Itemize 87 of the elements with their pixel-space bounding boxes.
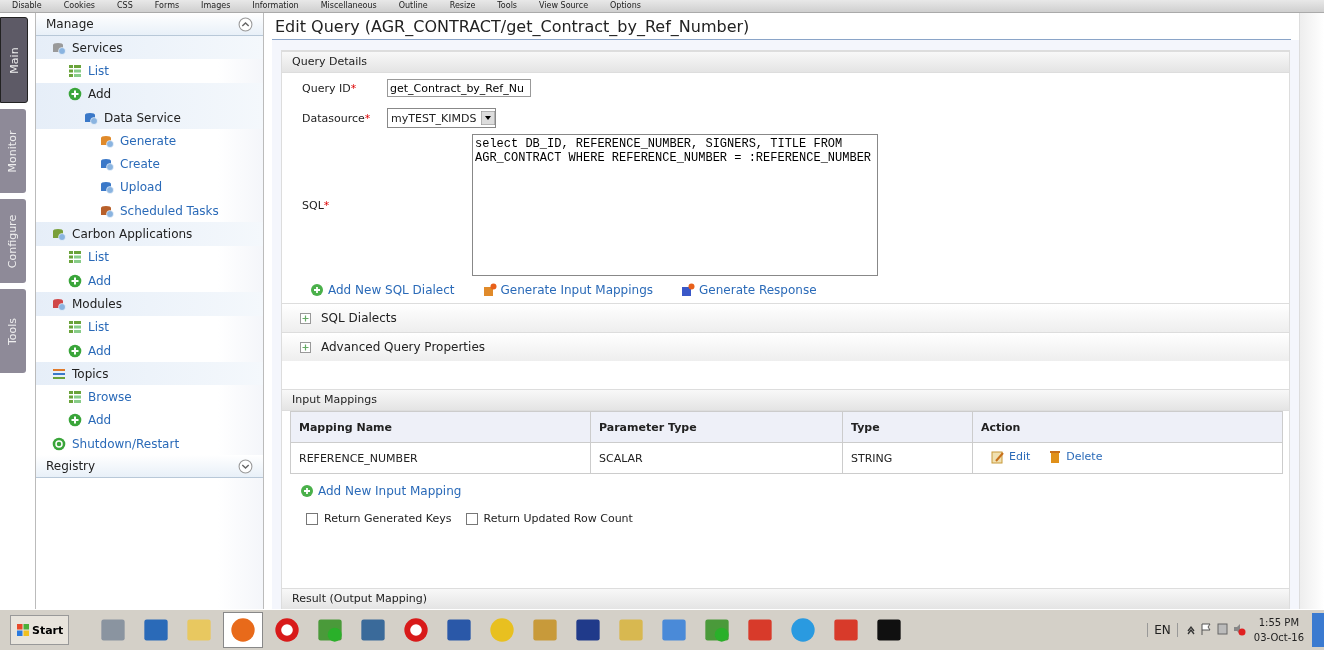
section-title: Registry <box>46 459 96 474</box>
sql-textarea[interactable]: select DB_ID, REFERENCE_NUMBER, SIGNERS, TITLE FROM AGR_CONTRACT WHERE REFERENCE_NUMBER = :REFERENCE_NUMBER <box>472 134 878 276</box>
checkbox-option[interactable]: Return Generated Keys <box>306 512 452 525</box>
panel-header: Input Mappings <box>282 389 1289 411</box>
toolbar-button[interactable]: CSS <box>117 1 133 11</box>
clock-time: 1:55 PM <box>1258 616 1300 630</box>
menu-icon <box>100 203 114 218</box>
column-header: Parameter Type <box>590 411 843 443</box>
side-tab[interactable]: Main <box>0 17 28 103</box>
add-mapping-link[interactable]: Add New Input Mapping <box>290 474 1289 498</box>
row-action-link[interactable]: Delete <box>1048 449 1103 464</box>
menu-icon <box>100 180 114 195</box>
menu-icon <box>68 63 82 78</box>
expand-icon[interactable] <box>300 341 311 353</box>
toolbar-button[interactable]: Outline <box>398 1 428 11</box>
table-cell: SCALAR <box>590 442 843 474</box>
sidebar-item[interactable]: Shutdown/Restart <box>36 432 263 456</box>
sidebar-item[interactable]: List <box>36 315 263 339</box>
section-header[interactable]: Manage <box>36 13 263 36</box>
sidebar-item[interactable]: Add <box>36 268 263 293</box>
sidebar-item[interactable]: List <box>36 245 263 269</box>
collapsible-section[interactable]: SQL Dialects <box>282 303 1289 332</box>
toolbar-button[interactable]: Tools <box>497 1 518 11</box>
toolbar-button[interactable]: Forms <box>154 1 180 11</box>
toolbar-button[interactable]: Cookies <box>63 1 95 11</box>
sidebar-item[interactable]: Create <box>36 152 263 176</box>
menu-icon <box>68 87 82 102</box>
section-header[interactable]: Registry <box>36 455 263 479</box>
table-cell: STRING <box>842 442 973 474</box>
menu-icon <box>68 320 82 335</box>
menu-icon <box>52 296 66 311</box>
table-cell: REFERENCE_NUMBER <box>290 442 591 474</box>
menu-icon <box>68 273 82 288</box>
clock-date: 03-Oct-16 <box>1253 631 1304 645</box>
menu-icon <box>84 110 98 125</box>
sidebar-item[interactable]: Generate <box>36 129 263 153</box>
column-header: Action <box>972 411 1283 443</box>
menu-icon <box>52 227 66 241</box>
sidebar-item[interactable]: Add <box>36 338 263 363</box>
column-header: Mapping Name <box>290 411 591 443</box>
sidebar-item[interactable]: List <box>36 59 263 83</box>
dropdown-arrow-icon[interactable] <box>480 111 495 125</box>
field-label: Query ID* <box>302 81 358 95</box>
toolbar-button[interactable]: Resize <box>449 1 476 11</box>
collapsible-section[interactable]: Advanced Query Properties <box>282 332 1289 361</box>
pencil-icon <box>991 449 1005 464</box>
menu-icon <box>100 133 114 148</box>
section-title: Manage <box>46 17 94 31</box>
toolbar-button[interactable]: Images <box>201 1 231 11</box>
menu-icon <box>68 413 82 428</box>
windows-logo-icon <box>16 623 30 637</box>
expand-icon[interactable] <box>300 312 311 324</box>
field-label: Datasource* <box>302 111 372 125</box>
trash-icon <box>1048 449 1063 464</box>
action-link[interactable]: Add New SQL Dialect <box>310 283 455 297</box>
sidebar-item[interactable]: Browse <box>36 385 263 409</box>
menu-icon <box>52 366 66 381</box>
datasource-dropdown[interactable]: myTEST_KIMDS <box>387 108 496 128</box>
action-link[interactable]: Generate Input Mappings <box>482 283 654 297</box>
sidebar-item[interactable]: Add <box>36 408 263 433</box>
row-action-link[interactable]: Edit <box>991 449 1031 464</box>
toolbar-button[interactable]: Information <box>252 1 299 11</box>
language-indicator[interactable]: EN <box>1147 623 1178 637</box>
field-label: SQL* <box>302 198 331 212</box>
menu-icon <box>68 250 82 265</box>
toolbar-button[interactable]: View Source <box>539 1 589 11</box>
toolbar-button[interactable]: Options <box>610 1 641 11</box>
panel-header: Result (Output Mapping) <box>282 588 1289 610</box>
sidebar-item[interactable]: Scheduled Tasks <box>36 199 263 223</box>
toolbar-button[interactable]: Miscellaneous <box>320 1 377 11</box>
plus-circle-icon <box>310 283 324 297</box>
chevron-icon[interactable] <box>238 16 253 32</box>
menu-icon <box>100 157 114 172</box>
column-header: Type <box>842 411 973 443</box>
start-button[interactable]: Start <box>10 615 70 645</box>
menu-icon <box>68 390 82 405</box>
query-id-field[interactable]: get_Contract_by_Ref_Nu <box>387 79 531 97</box>
chevron-icon[interactable] <box>238 458 253 474</box>
toolbar-button[interactable]: Disable <box>12 1 42 11</box>
sidebar-item[interactable]: Upload <box>36 175 263 200</box>
menu-icon <box>52 436 66 451</box>
panel-header: Query Details <box>282 51 1289 73</box>
action-link[interactable]: Generate Response <box>681 283 817 297</box>
menu-icon <box>52 40 66 55</box>
menu-icon <box>68 343 82 358</box>
checkbox-option[interactable]: Return Updated Row Count <box>465 512 633 525</box>
plus-circle-icon <box>300 484 314 498</box>
